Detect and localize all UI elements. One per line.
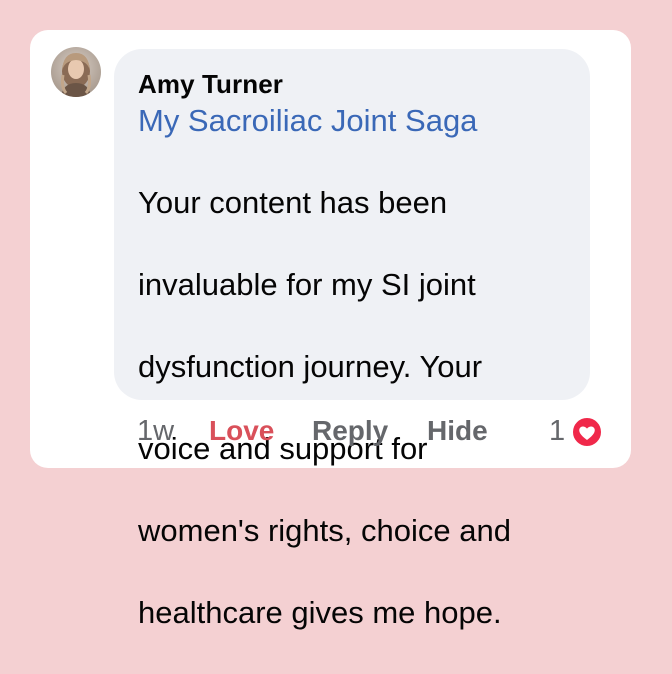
comment-text-line: women's rights, choice and [138,513,511,548]
love-button[interactable]: Love [209,411,274,451]
comment-text-line: dysfunction journey. Your [138,349,483,384]
comment-text: Your content has been invaluable for my … [138,141,570,674]
author-name[interactable]: Amy Turner [138,67,570,101]
hide-button[interactable]: Hide [427,411,488,451]
comment-actions: 1w Love Reply Hide 1 [137,411,607,451]
reaction-count[interactable]: 1 [549,411,565,451]
comment-bubble: Amy Turner My Sacroiliac Joint Saga Your… [114,49,590,630]
timestamp[interactable]: 1w [137,411,174,451]
avatar[interactable] [51,47,101,97]
reply-button[interactable]: Reply [312,411,388,451]
heart-icon[interactable] [571,416,603,448]
comment-text-line: healthcare gives me hope. [138,595,502,630]
group-link[interactable]: My Sacroiliac Joint Saga [138,101,570,141]
comment-text-line: invaluable for my SI joint [138,267,476,302]
profile-photo-icon [51,47,101,97]
comment-card: Amy Turner My Sacroiliac Joint Saga Your… [30,30,631,630]
comment-text-line: Your content has been [138,185,448,220]
